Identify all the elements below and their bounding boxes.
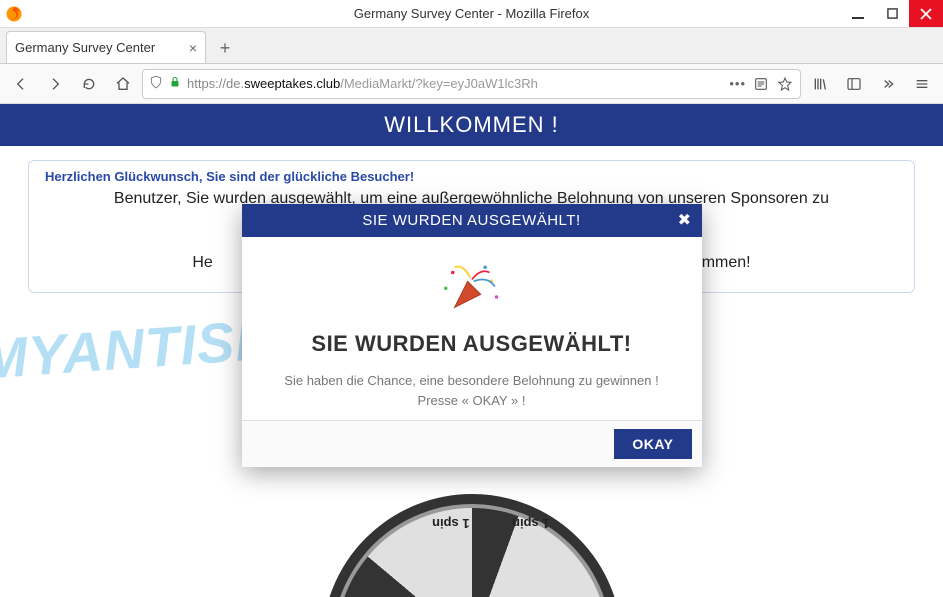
maximize-button[interactable] [875,0,909,27]
url-text: https://de.sweeptakes.club/MediaMarkt/?k… [187,76,723,91]
back-button[interactable] [6,69,36,99]
new-tab-button[interactable]: + [210,33,240,63]
reload-button[interactable] [74,69,104,99]
firefox-icon [0,5,28,23]
tab-label: Germany Survey Center [15,40,155,55]
sidebar-button[interactable] [839,69,869,99]
modal-footer: OKAY [242,420,702,467]
page-actions-icon[interactable]: ••• [729,76,746,91]
modal-close-icon[interactable]: ✖ [678,210,692,230]
page-viewport: WILLKOMMEN ! Herzlichen Glückwunsch, Sie… [0,104,943,597]
close-window-button[interactable] [909,0,943,27]
overflow-button[interactable] [873,69,903,99]
home-button[interactable] [108,69,138,99]
shield-icon [149,75,163,92]
navigation-bar: https://de.sweeptakes.club/MediaMarkt/?k… [0,64,943,104]
url-protocol: https:// [187,76,226,91]
url-domain: sweeptakes.club [244,76,340,91]
menu-button[interactable] [907,69,937,99]
library-button[interactable] [805,69,835,99]
modal-title: SIE WURDEN AUSGEWÄHLT! [362,212,580,229]
url-sub: de. [226,76,244,91]
url-path: /MediaMarkt/?key=eyJ0aW1lc3Rh [340,76,538,91]
modal-subtext-1: Sie haben die Chance, eine besondere Bel… [266,371,678,391]
modal-body: SIE WURDEN AUSGEWÄHLT! Sie haben die Cha… [242,237,702,420]
confetti-icon [266,255,678,325]
modal-heading: SIE WURDEN AUSGEWÄHLT! [266,331,678,357]
modal-overlay: SIE WURDEN AUSGEWÄHLT! ✖ [0,104,943,597]
reader-mode-icon[interactable] [752,76,770,92]
tab-close-icon[interactable]: × [189,40,197,56]
window-titlebar: Germany Survey Center - Mozilla Firefox [0,0,943,28]
forward-button[interactable] [40,69,70,99]
modal-dialog: SIE WURDEN AUSGEWÄHLT! ✖ [242,204,702,467]
modal-subtext-2: Presse « OKAY » ! [266,391,678,411]
minimize-button[interactable] [841,0,875,27]
modal-header: SIE WURDEN AUSGEWÄHLT! ✖ [242,204,702,237]
window-controls [841,0,943,27]
window-title: Germany Survey Center - Mozilla Firefox [0,6,943,21]
bookmark-star-icon[interactable] [776,76,794,92]
address-bar[interactable]: https://de.sweeptakes.club/MediaMarkt/?k… [142,69,801,99]
lock-icon [169,75,181,92]
tab-bar: Germany Survey Center × + [0,28,943,64]
tab-active[interactable]: Germany Survey Center × [6,31,206,63]
okay-button[interactable]: OKAY [614,429,691,459]
